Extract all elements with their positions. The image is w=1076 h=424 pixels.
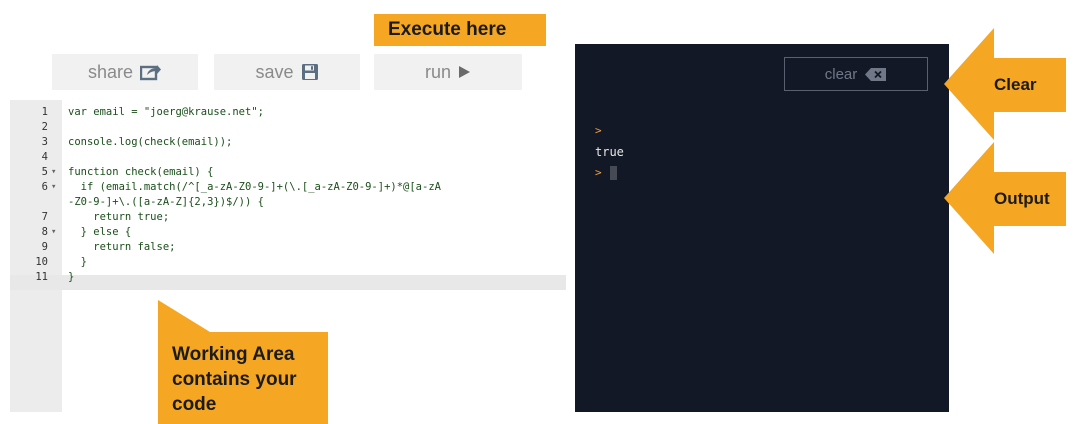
share-button[interactable]: share [52,54,198,90]
console-output-text: true [595,145,624,159]
line-number: 8 [41,226,48,238]
console-output-line: true [595,144,624,160]
code-line[interactable]: 7 return true; [10,210,566,225]
prompt-symbol: > [595,124,602,137]
floppy-disk-icon [301,64,318,80]
code-text: -Z0-9-]+\.([a-zA-Z]{2,3})$/)) { [68,196,264,208]
code-line[interactable]: 2 [10,120,566,135]
code-line[interactable]: -Z0-9-]+\.([a-zA-Z]{2,3})$/)) { [10,195,566,210]
play-icon [459,66,470,78]
code-text: } else { [68,226,132,238]
code-line[interactable]: 5 ▾ function check(email) { [10,165,566,180]
clear-button[interactable]: clear [784,57,928,91]
share-label: share [87,61,134,82]
console-panel[interactable]: clear > true > [575,44,949,412]
code-text: return false; [68,241,176,253]
code-line[interactable]: 9 return false; [10,240,566,255]
code-line[interactable]: 11} [10,270,566,285]
save-button[interactable]: save [214,54,360,90]
backspace-icon [865,67,887,81]
line-number: 9 [41,241,48,253]
callout-working-line-2: contains your [172,369,297,390]
callout-working-line-3: code [172,394,217,415]
share-icon [140,65,162,81]
line-number: 3 [41,136,48,148]
console-prompt-line: > [595,122,602,138]
code-line[interactable]: 8 ▾ } else { [10,225,566,240]
line-number: 10 [35,256,48,268]
run-button[interactable]: run [374,54,522,90]
line-number: 5 [41,166,48,178]
code-line[interactable]: 6 ▾ if (email.match(/^[_a-zA-Z0-9-]+(\.[_… [10,180,566,195]
code-line[interactable]: 1 var email = "joerg@krause.net"; [10,105,566,120]
fold-arrow-icon[interactable]: ▾ [51,180,56,195]
code-line[interactable]: 4 [10,150,566,165]
line-number: 4 [41,151,48,163]
fold-arrow-icon[interactable]: ▾ [51,165,56,180]
code-text: return true; [68,211,170,223]
clear-label: clear [824,65,858,83]
callout-working-area: Working Area contains your code [158,332,328,424]
callout-execute-label: Execute here [388,19,507,40]
console-cursor [609,165,617,180]
code-text: if (email.match(/^[_a-zA-Z0-9-]+(\.[_a-z… [68,181,441,193]
line-number: 6 [41,181,48,193]
code-text: function check(email) { [68,166,214,178]
line-number: 1 [41,106,48,118]
code-line[interactable]: 10 } [10,255,566,270]
console-input-line[interactable]: > [595,164,617,180]
code-line[interactable]: 3 console.log(check(email)); [10,135,566,150]
run-label: run [424,61,451,82]
fold-arrow-icon[interactable]: ▾ [51,225,56,240]
save-label: save [255,61,294,82]
clear-callout-label: Clear [994,75,1037,94]
line-number: 11 [35,271,48,283]
output-callout-label: Output [994,189,1050,208]
code-text: } [68,256,87,268]
line-number: 2 [41,121,48,133]
code-text: var email = "joerg@krause.net"; [68,106,264,118]
code-text: } [68,271,75,283]
prompt-symbol: > [595,166,602,179]
callout-working-line-1: Working Area [172,344,295,365]
line-number: 7 [41,211,48,223]
code-text: console.log(check(email)); [68,136,233,148]
callout-execute-here: Execute here [374,14,546,46]
